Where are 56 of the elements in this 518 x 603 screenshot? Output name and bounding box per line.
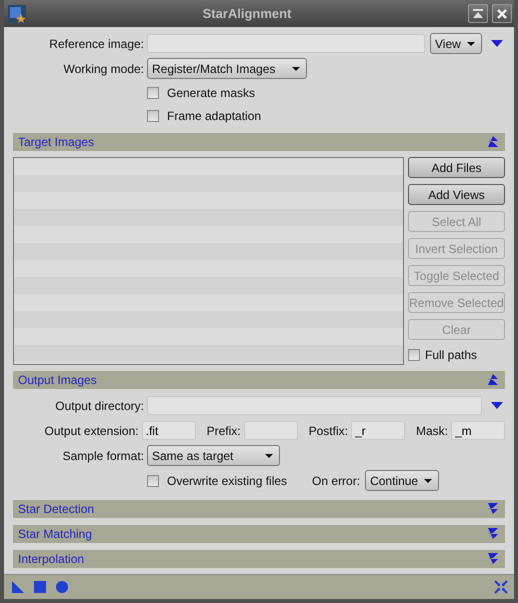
field-label: Sample format: (62, 448, 144, 463)
section-header[interactable]: Interpolation (13, 550, 505, 568)
expand-icon[interactable] (488, 553, 498, 566)
field-label: Mask: (416, 424, 448, 438)
shade-button[interactable] (468, 4, 488, 24)
field-label: Working mode: (62, 62, 144, 76)
section-header[interactable]: Output Images (13, 371, 505, 390)
text-field[interactable] (244, 421, 298, 440)
checkbox[interactable] (147, 110, 159, 122)
square-icon[interactable] (34, 581, 46, 594)
section-header[interactable]: Target Images (13, 133, 505, 152)
triangle-icon[interactable] (12, 581, 24, 594)
checkbox-label: Full paths (425, 348, 478, 362)
circle-icon[interactable] (56, 581, 68, 594)
checkbox[interactable] (147, 86, 159, 99)
text-field[interactable]: .fit (142, 421, 196, 440)
action-button[interactable]: Add Files (408, 157, 505, 178)
section-title: Target Images (18, 135, 94, 150)
action-button[interactable]: Add Views (408, 184, 505, 206)
checkbox-label: Overwrite existing files (167, 474, 288, 488)
bar-arrow-up-icon (472, 8, 484, 20)
section-title: Interpolation (18, 552, 84, 566)
view-dropdown[interactable]: View (430, 33, 482, 54)
expand-icon[interactable] (488, 528, 498, 540)
field-label: Postfix: (308, 424, 348, 438)
field-label: Reference image: (48, 36, 144, 51)
section-title: Star Matching (18, 527, 92, 542)
checkbox-label: Frame adaptation (167, 108, 262, 123)
text-field[interactable]: _r (350, 421, 405, 440)
checkbox[interactable] (147, 474, 159, 487)
close-icon (496, 8, 508, 20)
section-header[interactable]: Star Matching (13, 525, 505, 544)
close-button[interactable] (492, 4, 512, 24)
reference-image-field[interactable] (147, 34, 425, 54)
field-label: Output directory: (54, 398, 144, 413)
section-title: Star Detection (18, 502, 94, 516)
checkbox-label: Generate masks (167, 86, 256, 100)
sample-format-dropdown[interactable]: Same as target (147, 445, 280, 466)
text-field[interactable]: _m (451, 421, 505, 440)
section-title: Output Images (18, 373, 97, 388)
working-mode-dropdown[interactable]: Register/Match Images (147, 58, 307, 80)
field-label: Prefix: (206, 424, 241, 438)
app-icon (8, 4, 26, 23)
collapse-icon[interactable] (488, 136, 498, 148)
checkbox[interactable] (408, 349, 420, 362)
field-label: On error: (312, 474, 360, 488)
window-title: StarAlignment (202, 6, 292, 22)
section-header[interactable]: Star Detection (13, 500, 505, 518)
field-label: Output extension: (44, 424, 139, 438)
expand-icon[interactable] (488, 503, 498, 516)
collapse-all-icon[interactable] (494, 580, 508, 594)
dropdown-arrow-icon[interactable] (491, 40, 503, 48)
dropdown-arrow-icon[interactable] (491, 402, 503, 410)
on-error-dropdown[interactable]: Continue (365, 470, 440, 492)
collapse-icon[interactable] (488, 374, 498, 386)
output-directory-field[interactable] (147, 396, 482, 416)
